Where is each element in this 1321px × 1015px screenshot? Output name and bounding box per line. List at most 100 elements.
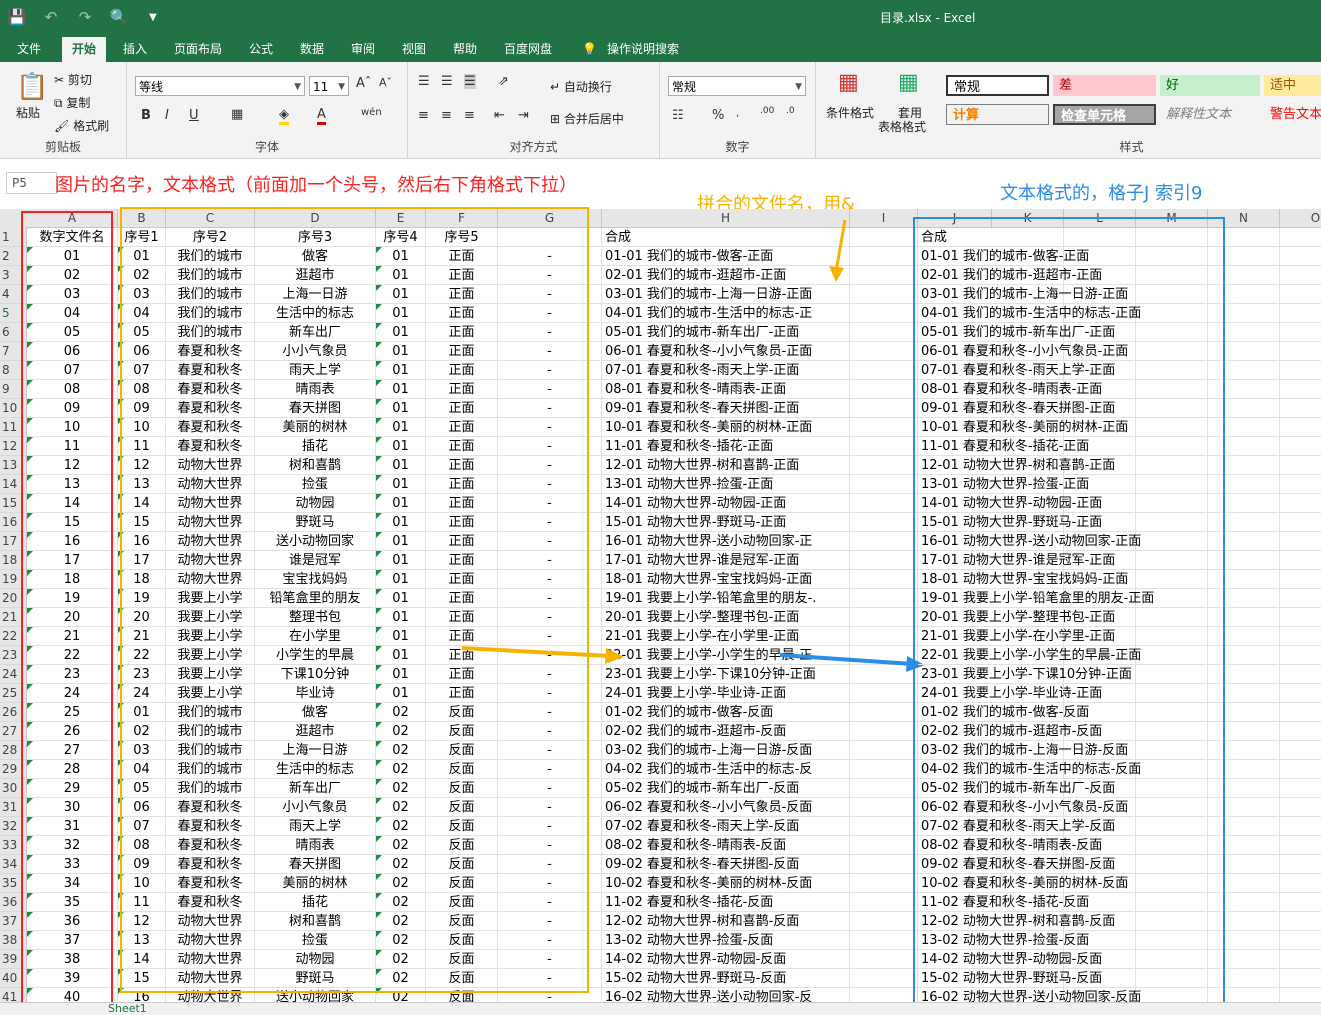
- cell-g[interactable]: -: [498, 931, 602, 950]
- cell-f[interactable]: 反面: [426, 779, 498, 798]
- cell-h[interactable]: 14-01 动物大世界-动物园-正面: [602, 494, 850, 513]
- cell-g[interactable]: -: [498, 323, 602, 342]
- cell-c[interactable]: 我要上小学: [166, 589, 255, 608]
- cell-g[interactable]: -: [498, 570, 602, 589]
- cell-c[interactable]: 春夏和秋冬: [166, 874, 255, 893]
- cell-e[interactable]: 序号4: [376, 228, 426, 247]
- paste-icon[interactable]: 📋: [16, 72, 48, 102]
- cell-e[interactable]: 01: [376, 684, 426, 703]
- cell-e[interactable]: 02: [376, 760, 426, 779]
- cell-n[interactable]: [1208, 950, 1280, 969]
- cell-i[interactable]: [850, 665, 918, 684]
- cell-b[interactable]: 13: [118, 475, 166, 494]
- cell-o[interactable]: [1280, 703, 1321, 722]
- column-header-l[interactable]: L: [1064, 209, 1136, 228]
- cell-j[interactable]: 19-01 我要上小学-铅笔盒里的朋友-正面: [918, 589, 1218, 608]
- cell-j[interactable]: 07-01 春夏和秋冬-雨天上学-正面: [918, 361, 1218, 380]
- column-header-f[interactable]: F: [426, 209, 498, 228]
- cell-b[interactable]: 21: [118, 627, 166, 646]
- tab-formulas[interactable]: 公式: [249, 39, 273, 62]
- cell-f[interactable]: 反面: [426, 988, 498, 1002]
- cell-f[interactable]: 反面: [426, 817, 498, 836]
- cell-e[interactable]: 01: [376, 494, 426, 513]
- cell-o[interactable]: [1280, 722, 1321, 741]
- row-header[interactable]: 15: [0, 494, 27, 513]
- decrease-indent-icon[interactable]: ⇤: [494, 108, 505, 123]
- cell-c[interactable]: 我们的城市: [166, 779, 255, 798]
- row-header[interactable]: 40: [0, 969, 27, 988]
- cell-i[interactable]: [850, 532, 918, 551]
- cell-i[interactable]: [850, 627, 918, 646]
- cell-i[interactable]: [850, 684, 918, 703]
- cell-n[interactable]: [1208, 589, 1280, 608]
- cell-h[interactable]: 05-02 我们的城市-新车出厂-反面: [602, 779, 850, 798]
- column-header-g[interactable]: G: [498, 209, 602, 228]
- cell-a[interactable]: 05: [27, 323, 118, 342]
- cell-c[interactable]: 我们的城市: [166, 760, 255, 779]
- cell-e[interactable]: 01: [376, 361, 426, 380]
- cell-b[interactable]: 05: [118, 779, 166, 798]
- cell-d[interactable]: 小小气象员: [255, 342, 376, 361]
- cell-o[interactable]: [1280, 836, 1321, 855]
- cell-c[interactable]: 我要上小学: [166, 684, 255, 703]
- cell-b[interactable]: 03: [118, 285, 166, 304]
- cell-e[interactable]: 01: [376, 589, 426, 608]
- cell-j[interactable]: 11-01 春夏和秋冬-插花-正面: [918, 437, 1218, 456]
- cell-d[interactable]: 上海一日游: [255, 285, 376, 304]
- cell-h[interactable]: 10-01 春夏和秋冬-美丽的树林-正面: [602, 418, 850, 437]
- cell-f[interactable]: 正面: [426, 323, 498, 342]
- cell-b[interactable]: 24: [118, 684, 166, 703]
- cell-j[interactable]: 23-01 我要上小学-下课10分钟-正面: [918, 665, 1218, 684]
- cell-n[interactable]: [1208, 874, 1280, 893]
- cell-n[interactable]: [1208, 380, 1280, 399]
- cell-c[interactable]: 春夏和秋冬: [166, 893, 255, 912]
- cell-d[interactable]: 野斑马: [255, 513, 376, 532]
- cell-a[interactable]: 10: [27, 418, 118, 437]
- cell-n[interactable]: [1208, 893, 1280, 912]
- column-header-h[interactable]: H: [602, 209, 850, 228]
- cell-j[interactable]: 10-02 春夏和秋冬-美丽的树林-反面: [918, 874, 1218, 893]
- undo-icon[interactable]: ↶: [34, 8, 68, 26]
- cell-h[interactable]: 08-02 春夏和秋冬-晴雨表-反面: [602, 836, 850, 855]
- cell-h[interactable]: 13-01 动物大世界-捡蛋-正面: [602, 475, 850, 494]
- align-bottom-icon[interactable]: ☰: [464, 74, 476, 89]
- cell-g[interactable]: -: [498, 456, 602, 475]
- cell-j[interactable]: 09-01 春夏和秋冬-春天拼图-正面: [918, 399, 1218, 418]
- cell-h[interactable]: 21-01 我要上小学-在小学里-正面: [602, 627, 850, 646]
- shrink-font-icon[interactable]: Aˇ: [379, 76, 392, 89]
- cell-h[interactable]: 01-02 我们的城市-做客-反面: [602, 703, 850, 722]
- cell-f[interactable]: 正面: [426, 570, 498, 589]
- cell-h[interactable]: 09-02 春夏和秋冬-春天拼图-反面: [602, 855, 850, 874]
- cell-d[interactable]: 新车出厂: [255, 779, 376, 798]
- cell-a[interactable]: 21: [27, 627, 118, 646]
- cell-h[interactable]: 12-02 动物大世界-树和喜鹊-反面: [602, 912, 850, 931]
- cell-f[interactable]: 正面: [426, 551, 498, 570]
- cell-a[interactable]: 04: [27, 304, 118, 323]
- cell-h[interactable]: 07-01 春夏和秋冬-雨天上学-正面: [602, 361, 850, 380]
- cell-o[interactable]: [1280, 798, 1321, 817]
- cell-j[interactable]: 04-02 我们的城市-生活中的标志-反面: [918, 760, 1218, 779]
- cell-o[interactable]: [1280, 684, 1321, 703]
- cell-j[interactable]: 17-01 动物大世界-谁是冠军-正面: [918, 551, 1218, 570]
- align-center-icon[interactable]: ≡: [441, 108, 452, 123]
- cell-d[interactable]: 小小气象员: [255, 798, 376, 817]
- cell-j[interactable]: 13-02 动物大世界-捡蛋-反面: [918, 931, 1218, 950]
- cell-i[interactable]: [850, 703, 918, 722]
- tab-review[interactable]: 审阅: [351, 39, 375, 62]
- cell-c[interactable]: 动物大世界: [166, 988, 255, 1002]
- orientation-icon[interactable]: ⇗: [498, 74, 509, 89]
- cell-o[interactable]: [1280, 513, 1321, 532]
- font-name-select[interactable]: 等线 ▼: [135, 76, 305, 96]
- cell-e[interactable]: 02: [376, 950, 426, 969]
- cell-d[interactable]: 宝宝找妈妈: [255, 570, 376, 589]
- cell-f[interactable]: 正面: [426, 513, 498, 532]
- column-header-i[interactable]: I: [850, 209, 918, 228]
- cell-o[interactable]: [1280, 912, 1321, 931]
- cell-a[interactable]: 37: [27, 931, 118, 950]
- cell-g[interactable]: -: [498, 437, 602, 456]
- cell-h[interactable]: 04-01 我们的城市-生活中的标志-正: [602, 304, 850, 323]
- cell-e[interactable]: 01: [376, 266, 426, 285]
- cell-o[interactable]: [1280, 874, 1321, 893]
- cell-a[interactable]: 19: [27, 589, 118, 608]
- worksheet-grid[interactable]: A B C D E F G H I J K L M N O 1 数字文件名 序号1 序号2 序号3 序号4 序号5 合成 合成…: [0, 209, 1321, 1002]
